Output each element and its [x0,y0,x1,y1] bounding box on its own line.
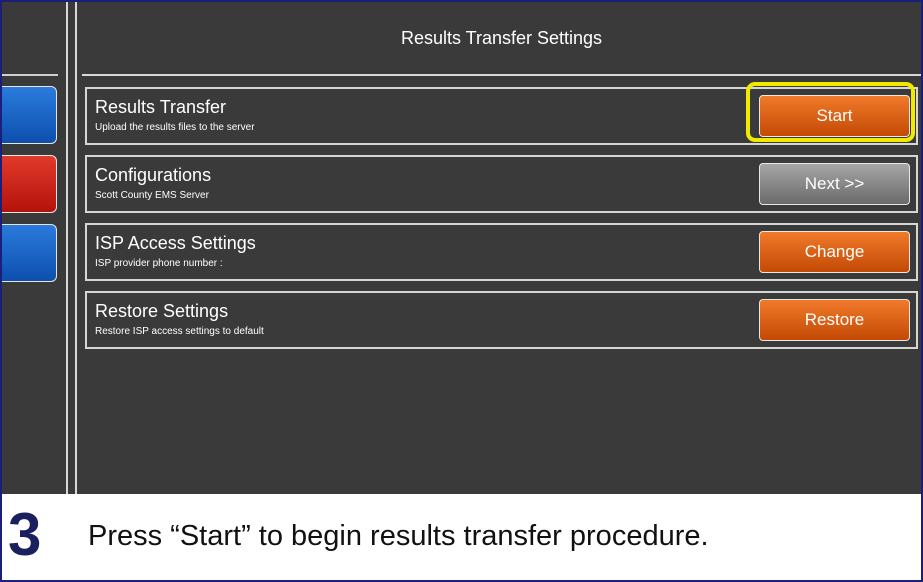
instruction-frame: Results Transfer Settings Results Transf… [0,0,923,582]
row-title: Results Transfer [95,97,227,117]
panel-divider-left [66,2,68,494]
row-title: Restore Settings [95,301,229,321]
row-subtitle: Restore ISP access settings to default [95,326,264,337]
panel-divider-right [75,2,77,494]
row-isp-access-settings: ISP Access Settings ISP provider phone n… [85,223,918,281]
instruction-caption: 3 Press “Start” to begin results transfe… [2,494,921,580]
instruction-text: Press “Start” to begin results transfer … [88,520,709,552]
row-configurations: Configurations Scott County EMS Server N… [85,155,918,213]
next-button[interactable]: Next >> [759,163,910,205]
change-button[interactable]: Change [759,231,910,273]
row-title: ISP Access Settings [95,233,256,253]
page-title: Results Transfer Settings [400,28,603,48]
side-button-blue-bottom[interactable] [2,224,57,282]
left-panel [2,2,66,494]
title-divider [82,74,921,76]
start-button-highlight [746,82,915,142]
row-subtitle: Upload the results files to the server [95,122,255,133]
row-restore-settings: Restore Settings Restore ISP access sett… [85,291,918,349]
row-subtitle: Scott County EMS Server [95,190,209,201]
left-panel-divider [2,74,58,76]
step-number: 3 [8,501,42,568]
side-button-blue-top[interactable] [2,86,57,144]
row-title: Configurations [95,165,212,185]
row-subtitle: ISP provider phone number : [95,258,223,269]
side-button-red[interactable] [2,155,57,213]
device-screen: Results Transfer Settings Results Transf… [2,2,921,494]
restore-button[interactable]: Restore [759,299,910,341]
